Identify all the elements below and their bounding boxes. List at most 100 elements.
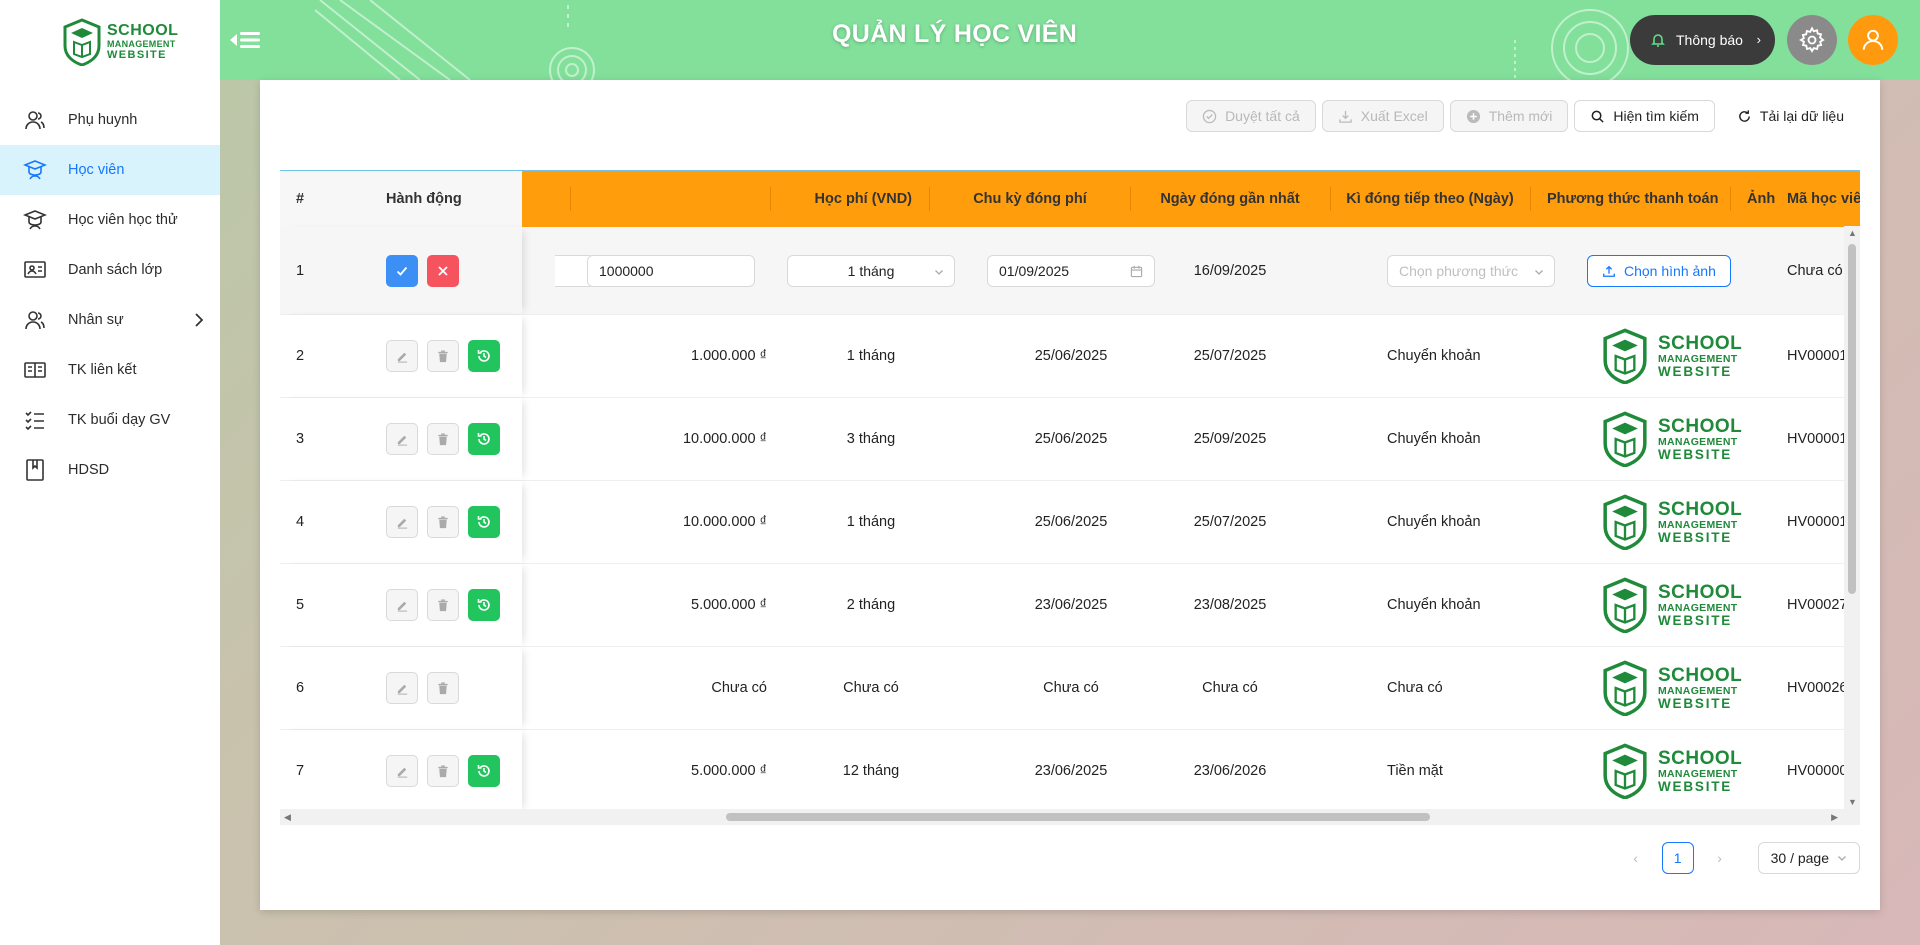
page-title: QUẢN LÝ HỌC VIÊN bbox=[832, 20, 1078, 48]
column-header-image[interactable]: Ảnh bbox=[1747, 171, 1775, 227]
edit-button[interactable] bbox=[386, 755, 418, 787]
vertical-scrollbar-thumb[interactable] bbox=[1848, 244, 1856, 594]
delete-button[interactable] bbox=[427, 589, 459, 621]
column-header-student-code[interactable]: Mã học viên bbox=[1787, 171, 1860, 227]
renew-payment-button[interactable] bbox=[468, 423, 500, 455]
image-cell: SCHOOL MANAGEMENT WEBSITE bbox=[1597, 647, 1742, 729]
column-header-next-due[interactable]: Kì đóng tiếp theo (Ngày) bbox=[1330, 171, 1530, 227]
school-logo-icon bbox=[1603, 577, 1647, 633]
cancel-button[interactable] bbox=[427, 254, 459, 287]
reload-icon bbox=[1739, 109, 1750, 122]
choose-image-button[interactable]: Chọn hình ảnh bbox=[1587, 254, 1731, 287]
scroll-right-arrow-icon[interactable]: ▶ bbox=[1831, 812, 1838, 823]
add-new-button[interactable]: Thêm mới bbox=[1449, 100, 1569, 132]
chevron-right-icon: › bbox=[1756, 32, 1761, 47]
next-due-cell: 23/06/2026 bbox=[1193, 763, 1267, 779]
trash-icon bbox=[438, 432, 448, 445]
column-header-cycle[interactable]: Chu kỳ đóng phí bbox=[930, 171, 1130, 227]
horizontal-scrollbar[interactable]: ◀ ▶ bbox=[280, 809, 1860, 825]
cycle-select-value: 1 tháng bbox=[847, 262, 895, 279]
logo-line-2: MANAGEMENT bbox=[1658, 684, 1738, 697]
horizontal-scrollbar-thumb[interactable] bbox=[726, 813, 1430, 821]
delete-button[interactable] bbox=[427, 340, 459, 372]
delete-button[interactable] bbox=[427, 506, 459, 538]
delete-button[interactable] bbox=[427, 423, 459, 455]
notification-button[interactable]: Thông báo › bbox=[1630, 15, 1775, 65]
logo-line-2: MANAGEMENT bbox=[1658, 518, 1738, 531]
sidebar-item-parents[interactable]: Phụ huynh bbox=[0, 95, 220, 145]
sidebar: SCHOOL MANAGEMENT WEBSITE Phụ huynh Học … bbox=[0, 0, 220, 945]
student-image[interactable]: SCHOOL MANAGEMENT WEBSITE bbox=[1597, 494, 1742, 550]
cycle-cell: 1 tháng bbox=[846, 514, 896, 530]
image-logo-text: SCHOOL MANAGEMENT WEBSITE bbox=[1658, 417, 1742, 462]
export-excel-button[interactable]: Xuất Excel bbox=[1321, 100, 1444, 132]
edit-button[interactable] bbox=[386, 589, 418, 621]
school-logo-icon bbox=[63, 18, 101, 66]
history-icon bbox=[477, 599, 490, 611]
student-image[interactable]: SCHOOL MANAGEMENT WEBSITE bbox=[1597, 411, 1742, 467]
student-image[interactable]: SCHOOL MANAGEMENT WEBSITE bbox=[1597, 743, 1742, 799]
scroll-left-arrow-icon[interactable]: ◀ bbox=[284, 812, 291, 823]
menu-toggle-button[interactable] bbox=[228, 26, 264, 54]
sidebar-item-label: TK liên kết bbox=[68, 362, 137, 378]
sidebar-item-students[interactable]: Học viên bbox=[0, 145, 220, 195]
fixed-columns: 4 bbox=[280, 481, 522, 563]
vertical-scrollbar[interactable]: ▲ ▼ bbox=[1844, 226, 1860, 809]
previous-page-button[interactable]: ‹ bbox=[1620, 842, 1652, 874]
sidebar-item-staff[interactable]: Nhân sự bbox=[0, 295, 220, 345]
settings-button[interactable] bbox=[1787, 15, 1837, 65]
trash-icon bbox=[438, 764, 448, 777]
row-index: 2 bbox=[296, 348, 305, 364]
column-header-payment-method[interactable]: Phương thức thanh toán bbox=[1547, 171, 1718, 227]
table-row: 5.000.000 ₫ 12 tháng 23/06/2025 23/06/20… bbox=[280, 730, 1860, 813]
renew-payment-button[interactable] bbox=[468, 755, 500, 787]
school-logo-icon bbox=[1603, 660, 1647, 716]
edit-button[interactable] bbox=[386, 672, 418, 704]
column-header-last-paid[interactable]: Ngày đóng gần nhất bbox=[1130, 171, 1330, 227]
edit-button[interactable] bbox=[386, 506, 418, 538]
column-header-fee[interactable]: Học phí (VND) bbox=[782, 171, 912, 227]
sidebar-item-class-list[interactable]: Danh sách lớp bbox=[0, 245, 220, 295]
approve-all-button[interactable]: Duyệt tất cả bbox=[1186, 100, 1316, 132]
page-size-select[interactable]: 30 / page bbox=[1757, 842, 1860, 874]
reload-button[interactable]: Tải lại dữ liệu bbox=[1720, 100, 1860, 132]
confirm-button[interactable] bbox=[386, 254, 418, 287]
linked-account-icon bbox=[22, 357, 48, 383]
row-index: 5 bbox=[296, 597, 305, 613]
sidebar-item-teaching-stats[interactable]: TK buổi dạy GV bbox=[0, 395, 220, 445]
edit-button[interactable] bbox=[386, 340, 418, 372]
show-search-button[interactable]: Hiện tìm kiếm bbox=[1574, 100, 1715, 132]
image-cell: SCHOOL MANAGEMENT WEBSITE bbox=[1597, 564, 1742, 646]
payment-method-select[interactable]: Chọn phương thức bbox=[1387, 254, 1555, 287]
student-image[interactable]: SCHOOL MANAGEMENT WEBSITE bbox=[1597, 660, 1742, 716]
renew-payment-button[interactable] bbox=[468, 589, 500, 621]
page-size-value: 30 / page bbox=[1770, 850, 1829, 866]
user-avatar-button[interactable] bbox=[1848, 15, 1898, 65]
row-index: 1 bbox=[296, 262, 305, 279]
brand-logo[interactable]: SCHOOL MANAGEMENT WEBSITE bbox=[62, 18, 178, 66]
renew-payment-button[interactable] bbox=[468, 506, 500, 538]
sidebar-item-trial-students[interactable]: Học viên học thử bbox=[0, 195, 220, 245]
student-image[interactable]: SCHOOL MANAGEMENT WEBSITE bbox=[1597, 328, 1742, 384]
next-page-button[interactable]: › bbox=[1704, 842, 1736, 874]
fixed-columns: 2 bbox=[280, 315, 522, 397]
scroll-down-arrow-icon[interactable]: ▼ bbox=[1848, 797, 1857, 807]
payment-method-cell: Tiền mặt bbox=[1387, 763, 1443, 779]
reload-label: Tải lại dữ liệu bbox=[1759, 108, 1844, 124]
sidebar-item-guide[interactable]: HDSD bbox=[0, 445, 220, 495]
delete-button[interactable] bbox=[427, 672, 459, 704]
gear-icon bbox=[1799, 26, 1825, 53]
sidebar-item-linked-accounts[interactable]: TK liên kết bbox=[0, 345, 220, 395]
fixed-columns: 7 bbox=[280, 730, 522, 812]
edit-button[interactable] bbox=[386, 423, 418, 455]
delete-button[interactable] bbox=[427, 755, 459, 787]
student-image[interactable]: SCHOOL MANAGEMENT WEBSITE bbox=[1597, 577, 1742, 633]
scroll-up-arrow-icon[interactable]: ▲ bbox=[1848, 228, 1857, 238]
page-number-button[interactable]: 1 bbox=[1661, 842, 1694, 874]
export-excel-label: Xuất Excel bbox=[1360, 108, 1428, 124]
logo-line-3: WEBSITE bbox=[1658, 779, 1733, 794]
cycle-select[interactable]: 1 tháng bbox=[787, 254, 955, 287]
fee-input[interactable]: 1000000 bbox=[587, 254, 755, 287]
fee-cell: 1000000 bbox=[587, 227, 755, 314]
renew-payment-button[interactable] bbox=[468, 340, 500, 372]
